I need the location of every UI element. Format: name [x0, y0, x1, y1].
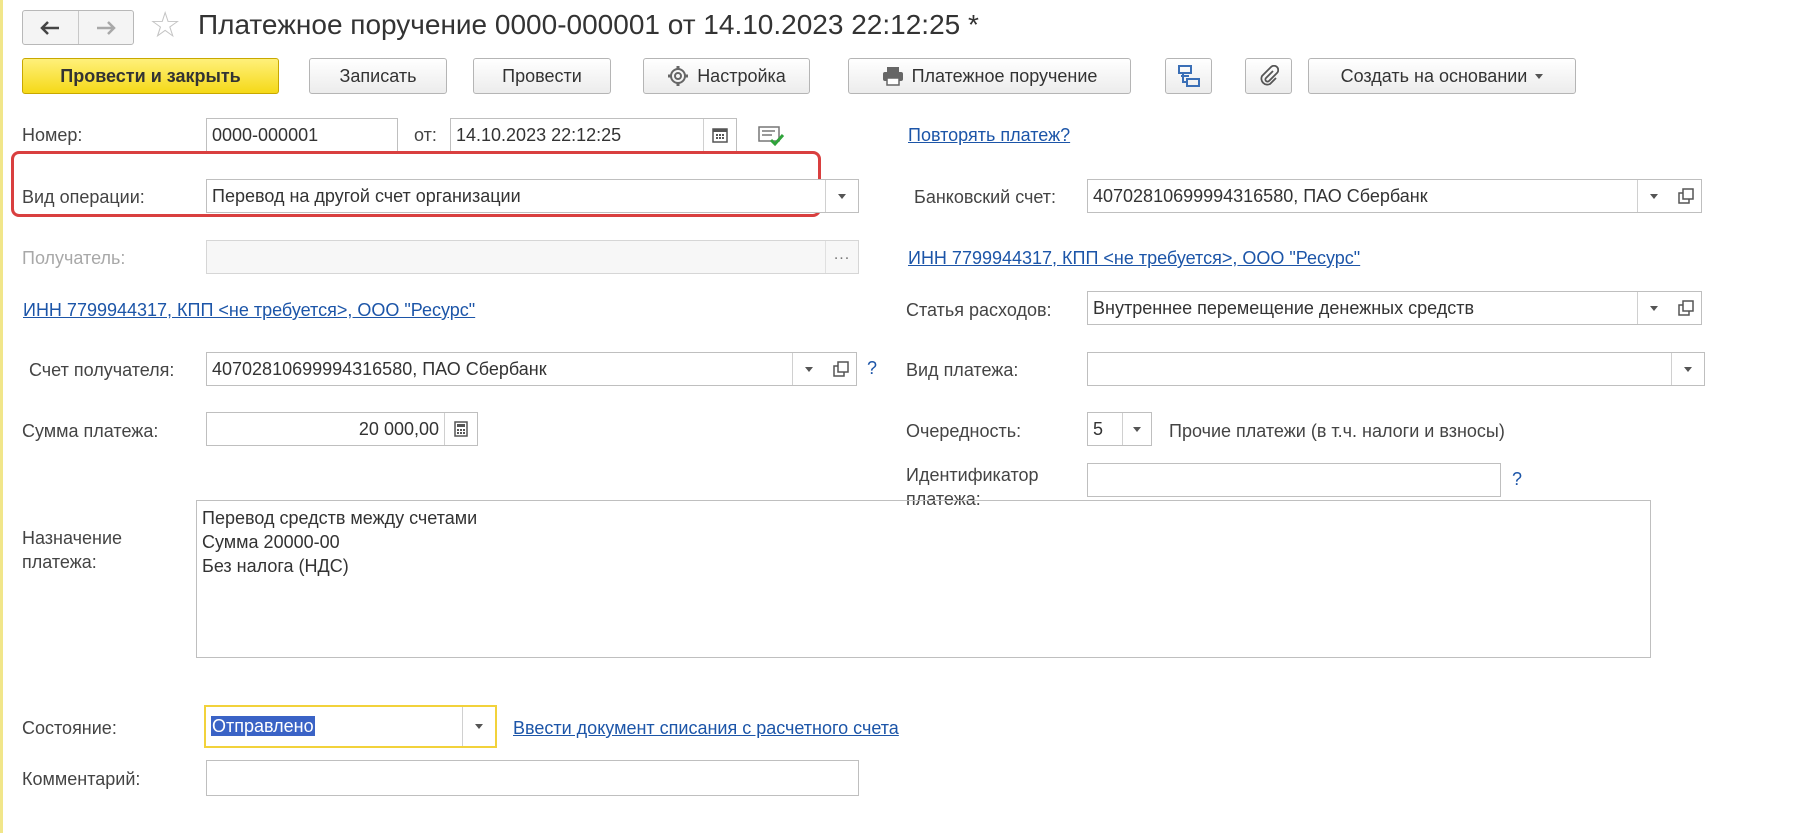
arrow-right-icon	[96, 20, 116, 35]
purpose-line: Перевод средств между счетами	[202, 508, 478, 528]
status-label: Состояние:	[22, 718, 117, 738]
chevron-down-icon	[1133, 426, 1141, 432]
recipient-input[interactable]: ...	[206, 240, 859, 274]
purpose-line: Без налога (НДС)	[202, 556, 349, 576]
recipient-account-value: 40702810699994316580, ПАО Сбербанк	[212, 358, 547, 379]
status-select[interactable]: Отправлено	[204, 705, 497, 748]
priority-label: Очередность:	[906, 421, 1022, 441]
window-left-border	[0, 0, 3, 833]
recipient-inn-link[interactable]: ИНН 7799944317, КПП <не требуется>, ООО …	[23, 300, 475, 321]
back-button[interactable]	[23, 11, 78, 44]
expense-item-label: Статья расходов:	[906, 300, 1052, 320]
amount-input[interactable]: 20 000,00	[206, 412, 478, 446]
payment-identifier-label-line1: Идентификатор	[906, 465, 1039, 485]
calendar-icon	[712, 128, 728, 143]
settings-label: Настройка	[697, 65, 786, 86]
priority-value: 5	[1093, 418, 1104, 439]
open-window-icon	[1677, 300, 1694, 316]
comment-input[interactable]	[206, 760, 859, 796]
purpose-label-line1: Назначение	[22, 528, 123, 548]
chevron-down-icon	[1684, 366, 1692, 372]
payment-type-select[interactable]	[1087, 352, 1705, 386]
printer-icon	[882, 67, 903, 86]
calculator-icon	[454, 421, 468, 437]
priority-description: Прочие платежи (в т.ч. налоги и взносы)	[1169, 421, 1505, 441]
comment-label: Комментарий:	[22, 769, 141, 789]
payment-type-label: Вид платежа:	[906, 360, 1019, 380]
chevron-down-icon	[1650, 305, 1658, 311]
document-structure-icon	[1177, 65, 1200, 87]
write-off-document-link[interactable]: Ввести документ списания с расчетного сч…	[513, 718, 899, 739]
priority-select[interactable]: 5	[1087, 412, 1152, 446]
operation-type-select[interactable]: Перевод на другой счет организации	[206, 179, 859, 213]
bank-account-value: 40702810699994316580, ПАО Сбербанк	[1093, 185, 1428, 206]
status-value: Отправлено	[211, 716, 315, 736]
payment-type-dropdown[interactable]	[1671, 353, 1704, 385]
structure-button[interactable]	[1165, 58, 1212, 94]
recipient-label: Получатель:	[22, 248, 126, 268]
recipient-account-open-button[interactable]	[825, 352, 857, 386]
post-and-close-button[interactable]: Провести и закрыть	[22, 58, 279, 94]
chevron-down-icon	[805, 366, 813, 372]
bank-account-dropdown[interactable]	[1637, 180, 1670, 212]
create-based-on-button[interactable]: Создать на основании	[1308, 58, 1576, 94]
operation-type-value: Перевод на другой счет организации	[212, 185, 521, 206]
expense-item-select[interactable]: Внутреннее перемещение денежных средств	[1087, 291, 1671, 325]
chevron-down-icon	[838, 193, 846, 199]
settings-button[interactable]: Настройка	[643, 58, 810, 94]
operation-type-label: Вид операции:	[22, 187, 145, 207]
save-button[interactable]: Записать	[309, 58, 447, 94]
expense-item-value: Внутреннее перемещение денежных средств	[1093, 297, 1475, 318]
recipient-account-dropdown[interactable]	[792, 353, 825, 385]
date-value: 14.10.2023 22:12:25	[456, 124, 622, 145]
purpose-textarea[interactable]: Перевод средств между счетами Сумма 2000…	[196, 500, 1651, 658]
operation-type-dropdown[interactable]	[825, 180, 858, 212]
number-value: 0000-000001	[212, 124, 319, 145]
recipient-account-help[interactable]: ?	[867, 358, 877, 379]
bank-account-select[interactable]: 40702810699994316580, ПАО Сбербанк	[1087, 179, 1671, 213]
gear-icon	[668, 66, 689, 86]
bank-account-open-button[interactable]	[1670, 179, 1702, 213]
priority-dropdown[interactable]	[1122, 413, 1151, 445]
print-payment-order-button[interactable]: Платежное поручение	[848, 58, 1131, 94]
number-input[interactable]: 0000-000001	[206, 118, 398, 152]
arrow-left-icon	[40, 20, 60, 35]
recipient-choose-button[interactable]: ...	[825, 241, 858, 273]
purpose-line: Сумма 20000-00	[202, 532, 340, 552]
open-window-icon	[832, 361, 849, 377]
payment-identifier-input[interactable]	[1087, 463, 1501, 497]
chevron-down-icon	[1535, 73, 1544, 79]
recipient-account-select[interactable]: 40702810699994316580, ПАО Сбербанк	[206, 352, 826, 386]
bank-account-owner-link[interactable]: ИНН 7799944317, КПП <не требуется>, ООО …	[908, 248, 1360, 269]
amount-value: 20 000,00	[358, 418, 439, 439]
ellipsis-icon: ...	[833, 245, 851, 263]
post-button[interactable]: Провести	[473, 58, 611, 94]
recipient-account-label: Счет получателя:	[29, 360, 175, 380]
amount-label: Сумма платежа:	[22, 421, 159, 441]
nav-buttons	[22, 10, 134, 45]
forward-button[interactable]	[77, 11, 134, 44]
purpose-label-line2: платежа:	[22, 552, 97, 572]
paperclip-icon	[1260, 65, 1279, 86]
repeat-payment-link[interactable]: Повторять платеж?	[908, 125, 1070, 146]
calculator-button[interactable]	[444, 413, 477, 445]
date-input[interactable]: 14.10.2023 22:12:25	[450, 118, 737, 152]
create-based-label: Создать на основании	[1340, 65, 1528, 86]
attach-button[interactable]	[1245, 58, 1292, 94]
page-title: Платежное поручение 0000-000001 от 14.10…	[198, 9, 979, 40]
favorite-star-icon[interactable]: ☆	[149, 7, 181, 43]
expense-item-open-button[interactable]	[1670, 291, 1702, 325]
calendar-button[interactable]	[703, 119, 736, 151]
payment-identifier-help[interactable]: ?	[1512, 469, 1522, 490]
document-check-icon[interactable]	[758, 124, 786, 148]
bank-account-label: Банковский счет:	[914, 187, 1057, 207]
chevron-down-icon	[475, 724, 483, 729]
chevron-down-icon	[1650, 193, 1658, 199]
number-label: Номер:	[22, 125, 83, 145]
status-dropdown[interactable]	[462, 707, 495, 746]
print-label: Платежное поручение	[911, 65, 1098, 86]
date-label: от:	[414, 125, 437, 145]
expense-item-dropdown[interactable]	[1637, 292, 1670, 324]
open-window-icon	[1677, 188, 1694, 204]
